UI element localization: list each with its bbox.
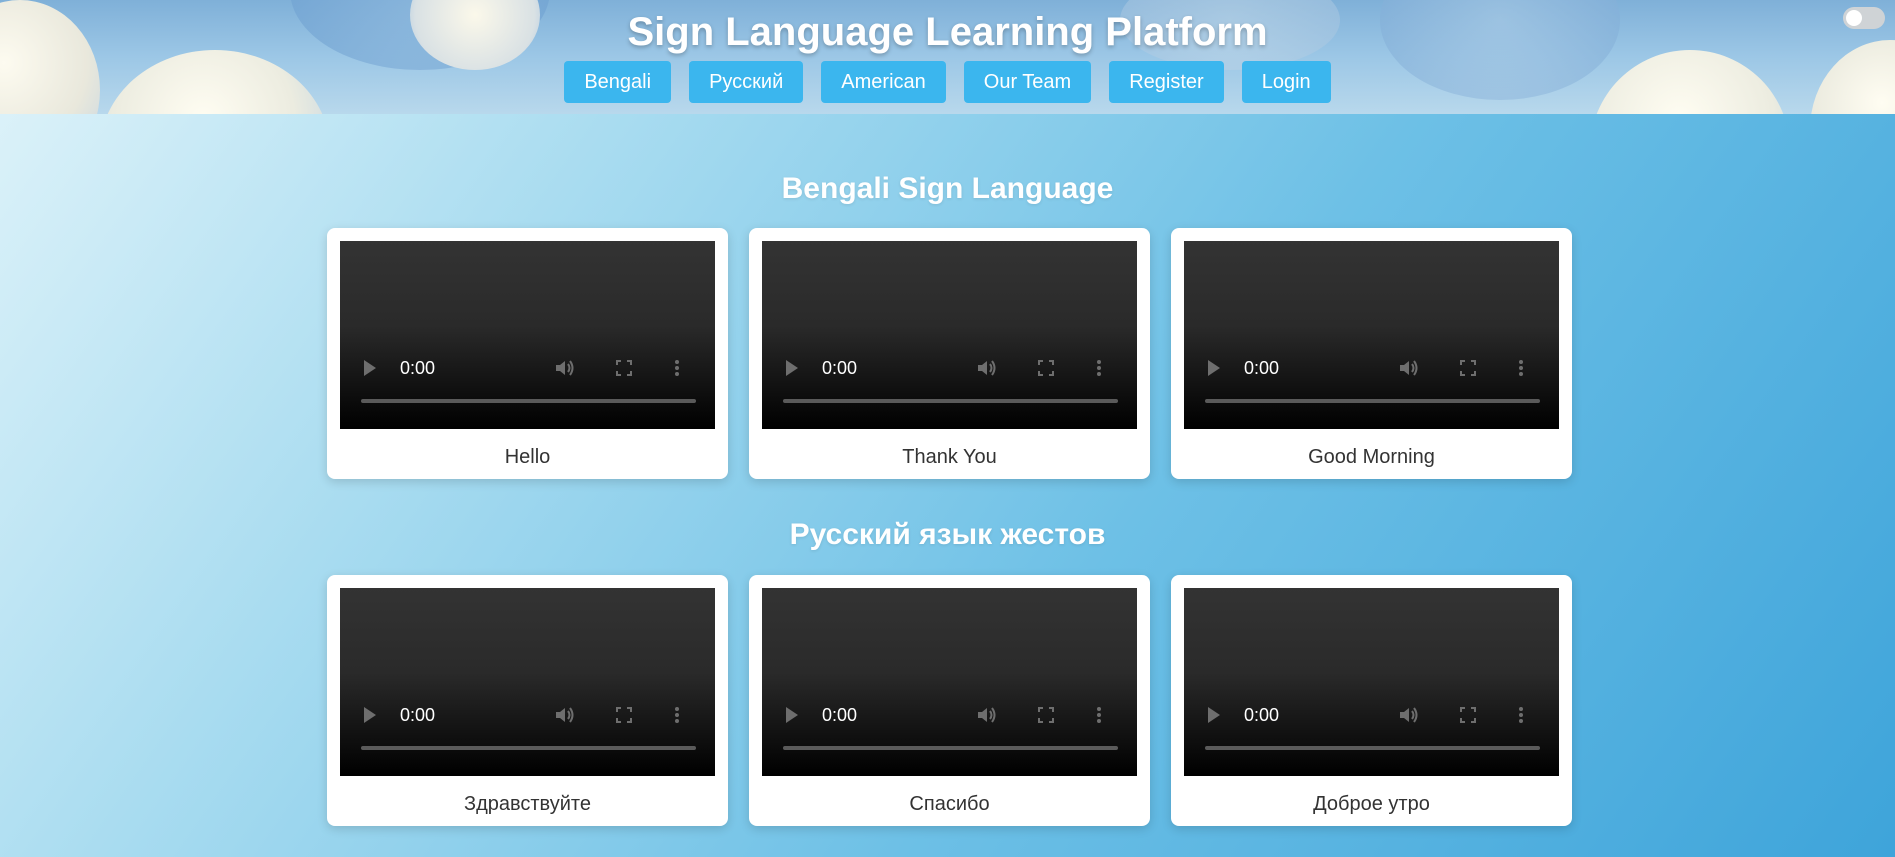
fullscreen-icon[interactable] (615, 705, 633, 725)
video-progress-bar[interactable] (361, 399, 696, 403)
video-player[interactable]: 0:00 (762, 588, 1137, 776)
video-caption: Good Morning (1308, 446, 1435, 468)
play-icon[interactable] (1208, 707, 1220, 723)
main-nav: Bengali Русский American Our Team Regist… (0, 61, 1895, 103)
more-options-icon[interactable] (674, 705, 680, 725)
nav-login-button[interactable]: Login (1241, 61, 1331, 103)
video-progress-bar[interactable] (783, 399, 1118, 403)
play-icon[interactable] (364, 360, 376, 376)
video-time: 0:00 (1244, 357, 1280, 378)
video-card: 0:00 Good Morning (1171, 228, 1572, 479)
video-player[interactable]: 0:00 (340, 241, 715, 429)
more-options-icon[interactable] (1518, 358, 1524, 378)
video-progress-bar[interactable] (783, 746, 1118, 750)
play-icon[interactable] (364, 707, 376, 723)
video-card: 0:00 Доброе утро (1171, 575, 1572, 826)
video-card: 0:00 Спасибо (749, 575, 1150, 826)
video-progress-bar[interactable] (361, 746, 696, 750)
toggle-knob (1846, 10, 1862, 26)
video-player[interactable]: 0:00 (1184, 588, 1559, 776)
video-time: 0:00 (400, 704, 436, 725)
video-card: 0:00 Hello (327, 228, 728, 479)
site-header: Sign Language Learning Platform Bengali … (0, 0, 1895, 114)
video-player[interactable]: 0:00 (762, 241, 1137, 429)
volume-icon[interactable] (554, 705, 576, 725)
video-progress-bar[interactable] (1205, 399, 1540, 403)
play-icon[interactable] (1208, 360, 1220, 376)
video-caption: Hello (504, 446, 551, 468)
nav-bengali-button[interactable]: Bengali (564, 61, 672, 103)
video-time: 0:00 (1244, 704, 1280, 725)
section-title-bengali: Bengali Sign Language (781, 172, 1114, 205)
video-progress-bar[interactable] (1205, 746, 1540, 750)
more-options-icon[interactable] (674, 358, 680, 378)
fullscreen-icon[interactable] (1459, 705, 1477, 725)
video-player[interactable]: 0:00 (340, 588, 715, 776)
video-caption: Thank You (902, 446, 997, 468)
video-card: 0:00 Здравствуйте (327, 575, 728, 826)
video-time: 0:00 (400, 357, 436, 378)
nav-russian-button[interactable]: Русский (689, 61, 804, 103)
video-grid-russian: 0:00 Здравствуйте 0:00 Спасибо 0:00 Добр… (327, 575, 1572, 826)
fullscreen-icon[interactable] (615, 358, 633, 378)
video-card: 0:00 Thank You (749, 228, 1150, 479)
video-time: 0:00 (822, 357, 858, 378)
video-grid-bengali: 0:00 Hello 0:00 Thank You 0:00 Good Morn… (327, 228, 1572, 479)
more-options-icon[interactable] (1096, 358, 1102, 378)
video-time: 0:00 (822, 704, 858, 725)
nav-our-team-button[interactable]: Our Team (963, 61, 1092, 103)
section-title-russian: Русский язык жестов (789, 518, 1106, 551)
volume-icon[interactable] (554, 358, 576, 378)
more-options-icon[interactable] (1096, 705, 1102, 725)
video-caption: Доброе утро (1313, 793, 1430, 815)
fullscreen-icon[interactable] (1459, 358, 1477, 378)
video-caption: Здравствуйте (464, 793, 591, 815)
video-caption: Спасибо (909, 793, 990, 815)
video-player[interactable]: 0:00 (1184, 241, 1559, 429)
theme-toggle[interactable] (1843, 7, 1885, 29)
more-options-icon[interactable] (1518, 705, 1524, 725)
fullscreen-icon[interactable] (1037, 705, 1055, 725)
site-title: Sign Language Learning Platform (627, 10, 1268, 54)
nav-register-button[interactable]: Register (1109, 61, 1224, 103)
nav-american-button[interactable]: American (821, 61, 946, 103)
volume-icon[interactable] (976, 705, 998, 725)
volume-icon[interactable] (1398, 358, 1420, 378)
volume-icon[interactable] (1398, 705, 1420, 725)
play-icon[interactable] (786, 707, 798, 723)
play-icon[interactable] (786, 360, 798, 376)
volume-icon[interactable] (976, 358, 998, 378)
fullscreen-icon[interactable] (1037, 358, 1055, 378)
